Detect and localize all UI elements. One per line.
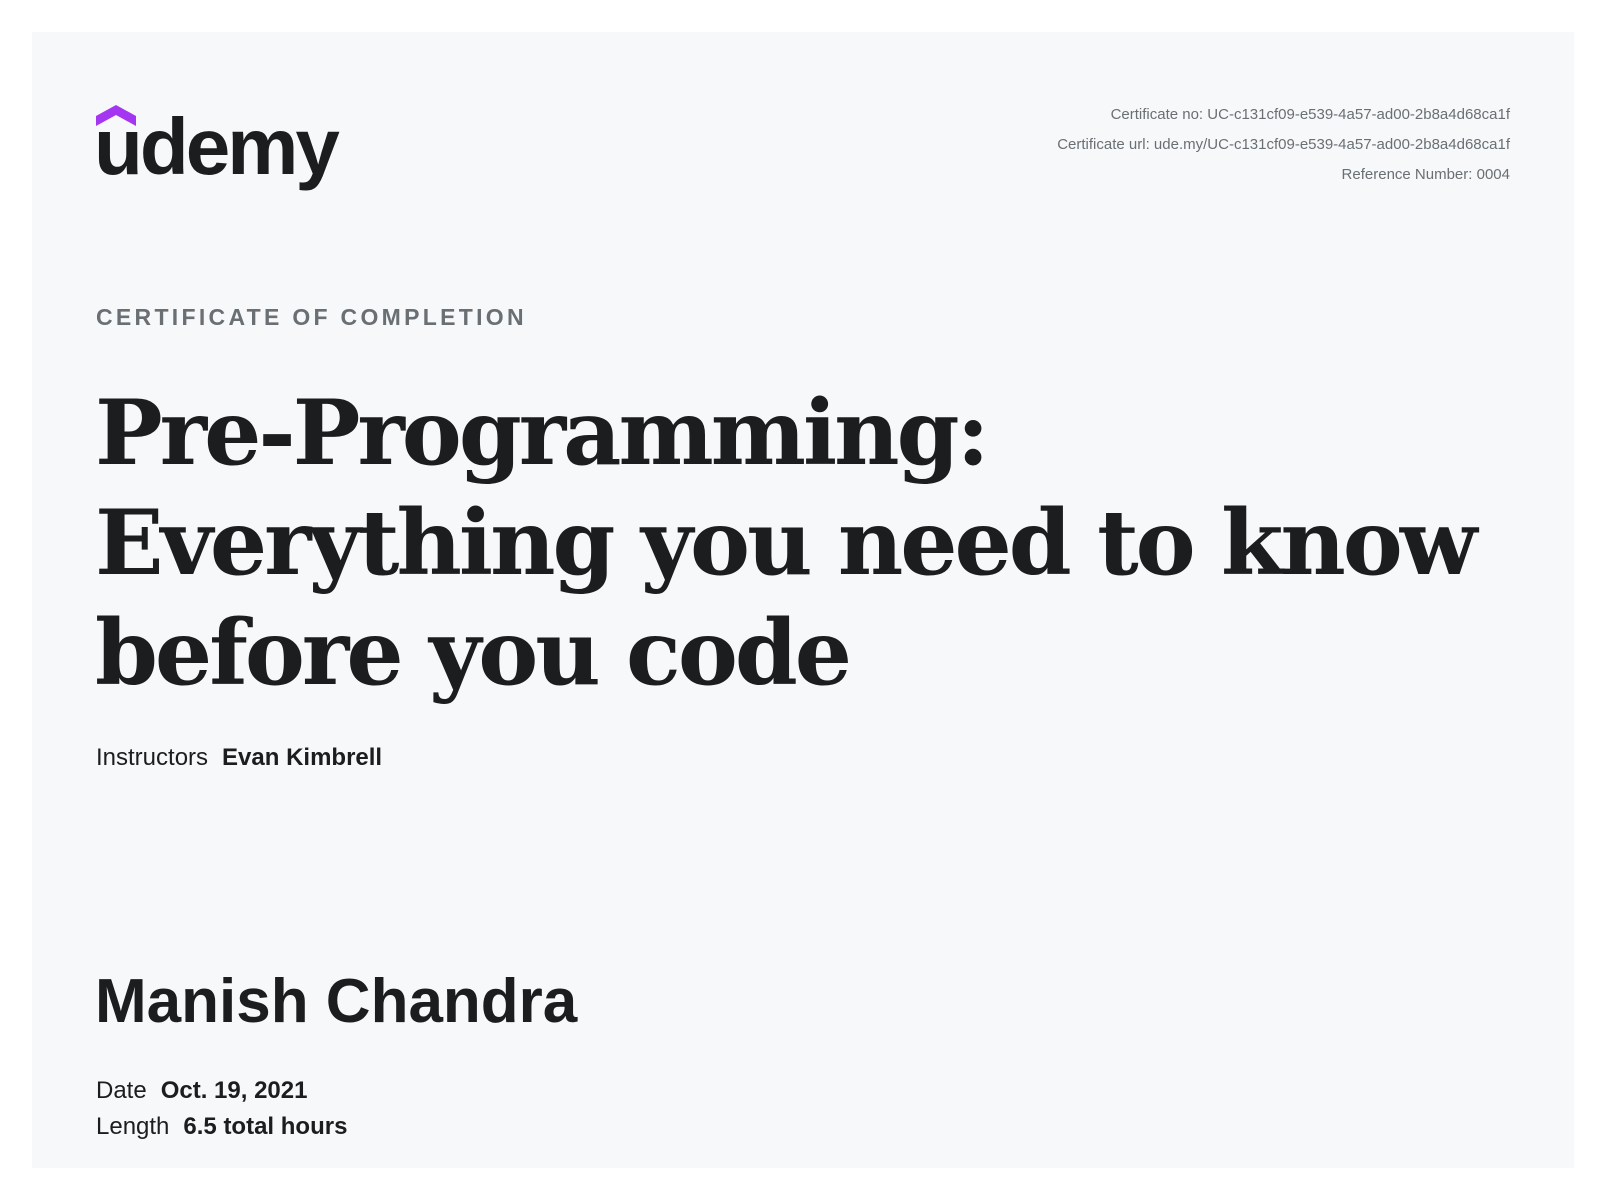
certificate-url-label: Certificate url: (1057, 136, 1150, 153)
course-length: 6.5 total hours (183, 1113, 348, 1140)
certificate-number-row: Certificate no: UC-c131cf09-e539-4a57-ad… (1057, 100, 1510, 130)
length-row: Length 6.5 total hours (96, 1109, 347, 1145)
reference-number-label: Reference Number: (1341, 166, 1473, 183)
completion-date: Oct. 19, 2021 (160, 1077, 308, 1104)
certificate-card: udemy Certificate no: UC-c131cf09-e539-4… (32, 32, 1574, 1168)
certificate-url-row: Certificate url: ude.my/UC-c131cf09-e539… (1057, 130, 1510, 160)
certificate-url: ude.my/UC-c131cf09-e539-4a57-ad00-2b8a4d… (1153, 136, 1510, 153)
certificate-number: UC-c131cf09-e539-4a57-ad00-2b8a4d68ca1f (1207, 106, 1510, 123)
length-label: Length (96, 1113, 170, 1140)
course-title: Pre-Programming: Everything you need to … (95, 380, 1477, 706)
certificate-number-label: Certificate no: (1110, 106, 1204, 123)
instructor-name: Evan Kimbrell (222, 744, 383, 771)
instructors-line: Instructors Evan Kimbrell (96, 744, 382, 772)
date-row: Date Oct. 19, 2021 (96, 1073, 347, 1109)
udemy-logo: udemy (96, 96, 356, 196)
instructors-label: Instructors (96, 744, 209, 771)
certificate-heading: CERTIFICATE OF COMPLETION (96, 304, 527, 330)
date-label: Date (96, 1077, 147, 1104)
student-name: Manish Chandra (95, 967, 578, 1036)
certificate-meta: Certificate no: UC-c131cf09-e539-4a57-ad… (1057, 100, 1510, 190)
logo-wordmark: udemy (96, 102, 340, 191)
reference-number: 0004 (1476, 166, 1510, 183)
reference-number-row: Reference Number: 0004 (1057, 160, 1510, 190)
completion-details: Date Oct. 19, 2021 Length 6.5 total hours (96, 1073, 347, 1145)
